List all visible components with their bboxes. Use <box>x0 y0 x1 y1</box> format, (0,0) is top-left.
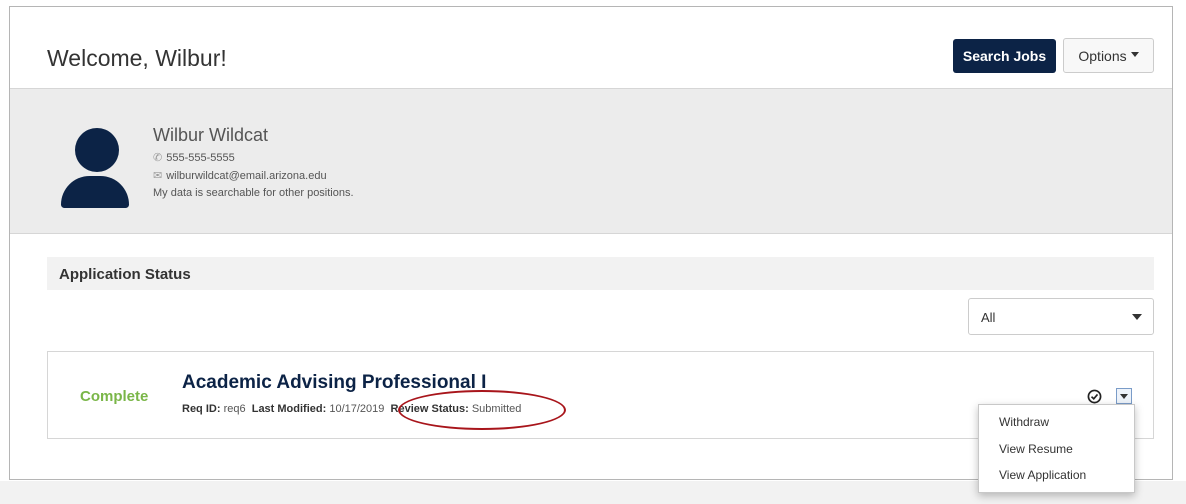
job-title-link[interactable]: Academic Advising Professional I <box>182 372 486 394</box>
menu-item-view-application[interactable]: View Application <box>999 468 1086 482</box>
avatar <box>47 112 142 208</box>
options-button[interactable]: Options <box>1063 38 1154 73</box>
caret-down-icon <box>1130 52 1139 58</box>
menu-item-withdraw[interactable]: Withdraw <box>999 415 1049 429</box>
header: Welcome, Wilbur! Search Jobs Options <box>10 7 1172 89</box>
status-filter-select[interactable]: All <box>968 298 1154 335</box>
last-modified-value: 10/17/2019 <box>329 403 385 415</box>
status-badge: Complete <box>80 388 149 405</box>
review-status-label: Review Status: <box>390 403 469 415</box>
profile-phone: 555-555-5555 <box>166 152 235 164</box>
caret-down-icon <box>1120 394 1128 399</box>
chevron-down-icon <box>1132 314 1142 320</box>
search-jobs-button[interactable]: Search Jobs <box>953 39 1056 73</box>
options-label: Options <box>1078 47 1127 64</box>
actions-dropdown-toggle[interactable] <box>1116 388 1132 404</box>
application-status-header: Application Status <box>47 257 1154 290</box>
avatar-head <box>75 128 119 172</box>
actions-menu: Withdraw View Resume View Application <box>978 404 1135 493</box>
profile-name: Wilbur Wildcat <box>153 125 269 145</box>
envelope-icon: ✉ <box>153 170 163 182</box>
profile-panel: Wilbur Wildcat ✆ 555-555-5555 ✉ wilburwild… <box>10 89 1172 234</box>
req-id-label: Req ID: <box>182 403 221 415</box>
section-title: Application Status <box>59 266 191 283</box>
check-circle-icon[interactable] <box>1087 389 1102 404</box>
review-status-value: Submitted <box>471 403 522 415</box>
profile-email: wilburwildcat@email.arizona.edu <box>166 170 327 182</box>
filter-value: All <box>981 310 996 325</box>
profile-phone-row: ✆ 555-555-5555 <box>153 151 235 164</box>
avatar-body <box>61 176 129 208</box>
profile-email-row: ✉ wilburwildcat@email.arizona.edu <box>153 169 327 182</box>
menu-item-view-resume[interactable]: View Resume <box>999 442 1073 456</box>
searchable-note: My data is searchable for other position… <box>153 187 354 199</box>
phone-icon: ✆ <box>153 152 163 164</box>
req-id-value: req6 <box>223 403 246 415</box>
last-modified-label: Last Modified: <box>251 403 327 415</box>
application-meta: Req ID: req6 Last Modified: 10/17/2019 R… <box>182 403 521 415</box>
page-title: Welcome, Wilbur! <box>47 45 227 71</box>
